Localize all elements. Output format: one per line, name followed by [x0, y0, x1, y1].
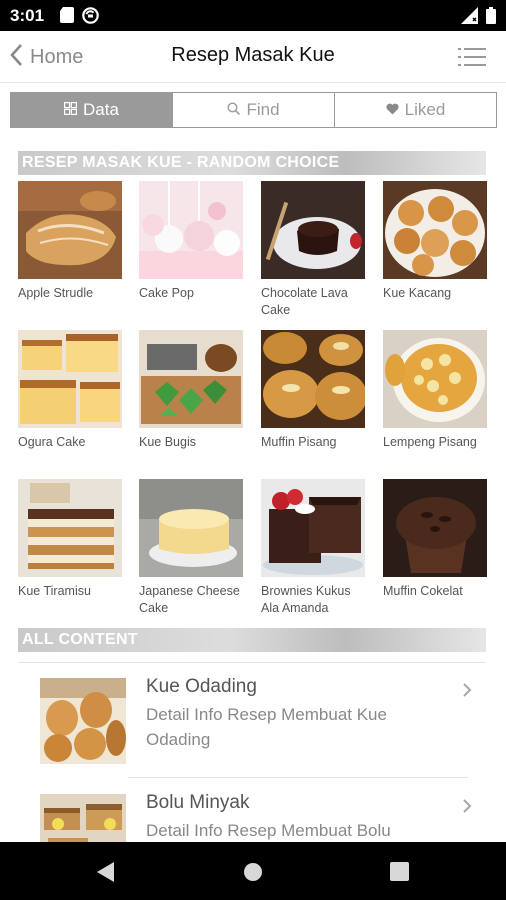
recipe-name: Cake Pop: [139, 286, 194, 300]
list-menu-button[interactable]: [458, 47, 486, 67]
list-item-description: Detail Info Resep Membuat Bolu: [146, 821, 391, 840]
recipe-thumbnail: [18, 479, 122, 577]
recipe-name: Kue Kacang: [383, 286, 452, 300]
list-item-title: Bolu Minyak: [146, 792, 250, 813]
recipe-name: Lempeng Pisang: [383, 435, 477, 449]
tab-find-label: Find: [246, 100, 280, 119]
recipe-thumbnail: [383, 479, 487, 577]
recipe-thumbnail: [139, 181, 243, 279]
do-not-disturb-icon: [82, 7, 99, 24]
recipe-name: Muffin Pisang: [261, 435, 337, 449]
recents-square-icon[interactable]: [390, 862, 409, 886]
search-icon: [227, 100, 241, 120]
grid-icon: [64, 100, 78, 120]
recipe-thumbnail: [383, 181, 487, 279]
recipe-name: Muffin Cokelat: [383, 584, 463, 598]
list-icon: [458, 48, 486, 71]
battery-icon: [486, 7, 496, 24]
recipe-name: Brownies Kukus Ala Amanda: [261, 584, 351, 615]
all-content-header: ALL CONTENT: [18, 628, 486, 652]
recipe-thumbnail: [261, 479, 365, 577]
recipe-card[interactable]: Chocolate Lava Cake: [261, 181, 365, 319]
recipe-card[interactable]: Muffin Pisang: [261, 330, 365, 451]
recipe-card[interactable]: Kue Bugis: [139, 330, 243, 451]
recipe-card[interactable]: Brownies Kukus Ala Amanda: [261, 479, 365, 617]
recipe-thumbnail: [383, 330, 487, 428]
tab-liked[interactable]: Liked: [335, 93, 496, 127]
status-time: 3:01: [10, 6, 45, 25]
status-bar: 3:01: [0, 0, 506, 31]
recipe-name: Apple Strudle: [18, 286, 94, 300]
chevron-right-icon: [462, 682, 472, 703]
list-item-title: Kue Odading: [146, 676, 257, 697]
recipe-card[interactable]: Kue Tiramisu: [18, 479, 122, 600]
app-bar: Home Resep Masak Kue: [0, 31, 506, 83]
back-triangle-icon[interactable]: [96, 862, 116, 887]
home-circle-icon[interactable]: [243, 862, 263, 887]
recipe-card[interactable]: Lempeng Pisang: [383, 330, 487, 451]
recipe-card[interactable]: Cake Pop: [139, 181, 243, 302]
recipe-name: Chocolate Lava Cake: [261, 286, 348, 317]
recipe-card[interactable]: Japanese Cheese Cake: [139, 479, 243, 617]
tab-liked-label: Liked: [404, 100, 446, 119]
heart-icon: [386, 100, 399, 120]
tab-find[interactable]: Find: [173, 93, 335, 127]
recipe-name: Japanese Cheese Cake: [139, 584, 240, 615]
recipe-name: Kue Bugis: [139, 435, 196, 449]
recipe-thumbnail: [139, 330, 243, 428]
list-item[interactable]: Kue Odading Detail Info Resep Membuat Ku…: [18, 662, 486, 778]
recipe-thumbnail: [18, 181, 122, 279]
recipe-card[interactable]: Kue Kacang: [383, 181, 487, 302]
recipe-thumbnail: [18, 330, 122, 428]
page-title: Resep Masak Kue: [171, 44, 335, 66]
recipe-card[interactable]: Muffin Cokelat: [383, 479, 487, 600]
navigation-bar: [0, 842, 506, 900]
recipe-thumbnail: [261, 330, 365, 428]
recipe-name: Ogura Cake: [18, 435, 86, 449]
tab-data-label: Data: [83, 100, 119, 119]
list-item-thumbnail: [40, 678, 126, 764]
segmented-control: Data Find Liked: [10, 92, 497, 128]
signal-icon: [461, 7, 478, 24]
tab-data[interactable]: Data: [11, 93, 173, 127]
list-item-description: Detail Info Resep Membuat Kue Odading: [146, 705, 387, 749]
recipe-thumbnail: [139, 479, 243, 577]
recipe-card[interactable]: Ogura Cake: [18, 330, 122, 451]
recipe-thumbnail: [261, 181, 365, 279]
recipe-name: Kue Tiramisu: [18, 584, 91, 598]
divider: [18, 662, 486, 663]
chevron-right-icon: [462, 798, 472, 819]
random-choice-header: RESEP MASAK KUE - RANDOM CHOICE: [18, 151, 486, 175]
sd-card-icon: [60, 7, 74, 24]
recipe-card[interactable]: Apple Strudle: [18, 181, 122, 302]
